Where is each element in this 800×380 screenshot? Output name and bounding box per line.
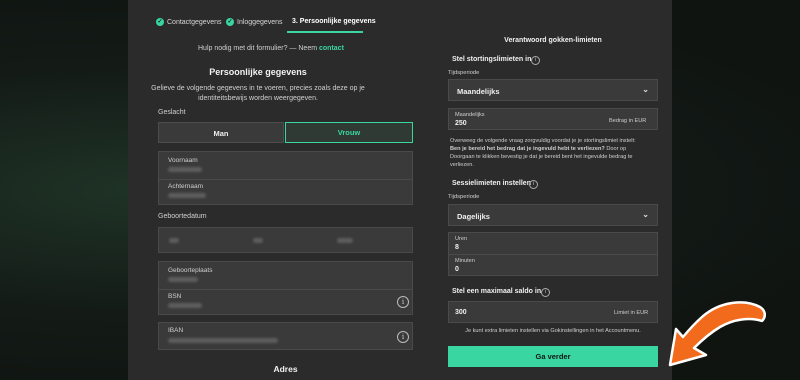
last-name-label: Achternaam [168, 183, 204, 190]
contact-link[interactable]: contact [319, 45, 344, 52]
info-icon[interactable]: i [541, 288, 550, 297]
extra-limits-note: Je kunt extra limieten instellen via Gok… [465, 328, 641, 334]
iban-label: IBAN [168, 327, 184, 334]
iban-field: IBAN i [158, 322, 413, 350]
iban-input[interactable] [168, 338, 278, 343]
session-limits-title: Sessielimieten instellen [452, 180, 531, 187]
check-icon: ✓ [156, 18, 164, 26]
balance-unit: Limiet in EUR [614, 310, 649, 316]
amount-value: 250 [455, 120, 467, 127]
dob-field-group [158, 227, 413, 253]
first-name-input[interactable] [168, 167, 202, 172]
info-icon[interactable]: i [397, 296, 409, 308]
hours-input[interactable]: 8 [455, 244, 459, 251]
divider [159, 289, 412, 290]
info-icon[interactable]: i [531, 56, 540, 65]
dob-year-input[interactable] [337, 238, 353, 243]
info-icon[interactable]: i [529, 180, 538, 189]
hours-label: Uren [455, 236, 468, 242]
step-label: 3. Persoonlijke gegevens [292, 18, 376, 25]
step-inloggegevens[interactable]: ✓ Inloggegevens [226, 18, 283, 26]
step-label: Inloggegevens [237, 18, 283, 26]
birthplace-bsn-group: Geboorteplaats BSN i [158, 261, 413, 315]
minutes-label: Minuten [455, 258, 475, 264]
session-period-label: Tijdsperiode [448, 194, 480, 200]
session-period-select[interactable]: Dagelijks ⌄ [448, 204, 658, 226]
last-name-input[interactable] [168, 193, 206, 198]
deposit-period-select[interactable]: Maandelijks ⌄ [448, 79, 658, 101]
name-field-group: Voornaam Achternaam [158, 151, 413, 205]
deposit-limits-title: Stel stortingslimieten in [452, 56, 532, 63]
info-icon[interactable]: i [397, 331, 409, 343]
deposit-amount-field[interactable]: Maandelijks 250 Bedrag in EUR [448, 108, 658, 130]
step-indicator: ✓ Contactgegevens ✓ Inloggegevens 3. Per… [128, 12, 672, 38]
step-contactgegevens[interactable]: ✓ Contactgegevens [156, 18, 221, 26]
bsn-label: BSN [168, 293, 182, 300]
gender-man-button[interactable]: Man [158, 122, 284, 143]
section-title-address: Adres [273, 364, 298, 374]
chevron-down-icon: ⌄ [642, 210, 649, 219]
arrow-annotation-icon [668, 301, 766, 367]
balance-value: 300 [455, 309, 467, 316]
max-balance-field[interactable]: 300 Limiet in EUR [448, 301, 658, 323]
chevron-down-icon: ⌄ [642, 85, 649, 94]
amount-unit: Bedrag in EUR [609, 118, 647, 124]
gender-label: Geslacht [158, 109, 186, 116]
dob-day-input[interactable] [169, 238, 179, 243]
limits-title: Verantwoord gokken-limieten [504, 37, 602, 44]
registration-panel: ✓ Contactgegevens ✓ Inloggegevens 3. Per… [128, 0, 672, 380]
divider [159, 179, 412, 180]
bsn-input[interactable] [168, 303, 202, 308]
minutes-input[interactable]: 0 [455, 266, 459, 273]
birthplace-input[interactable] [168, 277, 198, 282]
personal-description: Gelieve de volgende gegevens in te voere… [151, 85, 365, 102]
dob-month-input[interactable] [253, 238, 263, 243]
amount-label: Maandelijks [455, 112, 485, 118]
section-title-personal: Persoonlijke gegevens [209, 67, 307, 77]
gender-vrouw-button[interactable]: Vrouw [285, 122, 413, 143]
deposit-period-label: Tijdsperiode [448, 70, 480, 76]
first-name-label: Voornaam [168, 157, 198, 164]
help-text: Hulp nodig met dit formulier? — Neem con… [198, 45, 344, 52]
step-label: Contactgegevens [167, 18, 222, 26]
active-step-underline [287, 31, 363, 33]
deposit-notice: Overweeg de volgende vraag zorgvuldig vo… [450, 138, 636, 168]
continue-button[interactable]: Ga verder [448, 346, 658, 367]
dob-label: Geboortedatum [158, 213, 207, 220]
page-background: ✓ Contactgegevens ✓ Inloggegevens 3. Per… [0, 0, 800, 380]
check-icon: ✓ [226, 18, 234, 26]
birthplace-label: Geboorteplaats [168, 267, 213, 274]
max-balance-title: Stel een maximaal saldo in [452, 288, 542, 295]
divider [449, 254, 657, 255]
session-duration-group: Uren 8 Minuten 0 [448, 232, 658, 276]
step-persoonlijke-gegevens[interactable]: 3. Persoonlijke gegevens [292, 18, 376, 25]
